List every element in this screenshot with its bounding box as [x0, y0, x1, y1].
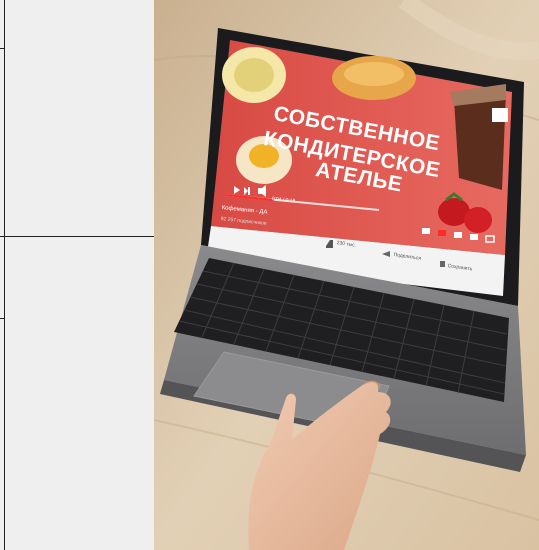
laptop-photo-drawing [154, 0, 539, 550]
miniplayer-icon[interactable] [454, 232, 462, 238]
left-panel [0, 0, 154, 550]
theater-icon[interactable] [470, 234, 478, 240]
laptop-photo: СОБСТВЕННОЕ КОНДИТЕРСКОЕ АТЕЛЬЕ 0:04 / 0… [154, 0, 539, 550]
panel-tick [0, 318, 4, 319]
panel-separator [0, 236, 154, 237]
chocolate-cake [454, 92, 506, 190]
brand-logo [492, 108, 508, 122]
save-icon[interactable] [440, 261, 445, 267]
settings-icon[interactable] [438, 230, 446, 236]
subtitles-icon[interactable] [422, 228, 430, 234]
next-icon[interactable] [248, 187, 250, 195]
panel-tick [0, 48, 4, 49]
left-divider [4, 0, 5, 550]
strawberry [464, 207, 492, 233]
